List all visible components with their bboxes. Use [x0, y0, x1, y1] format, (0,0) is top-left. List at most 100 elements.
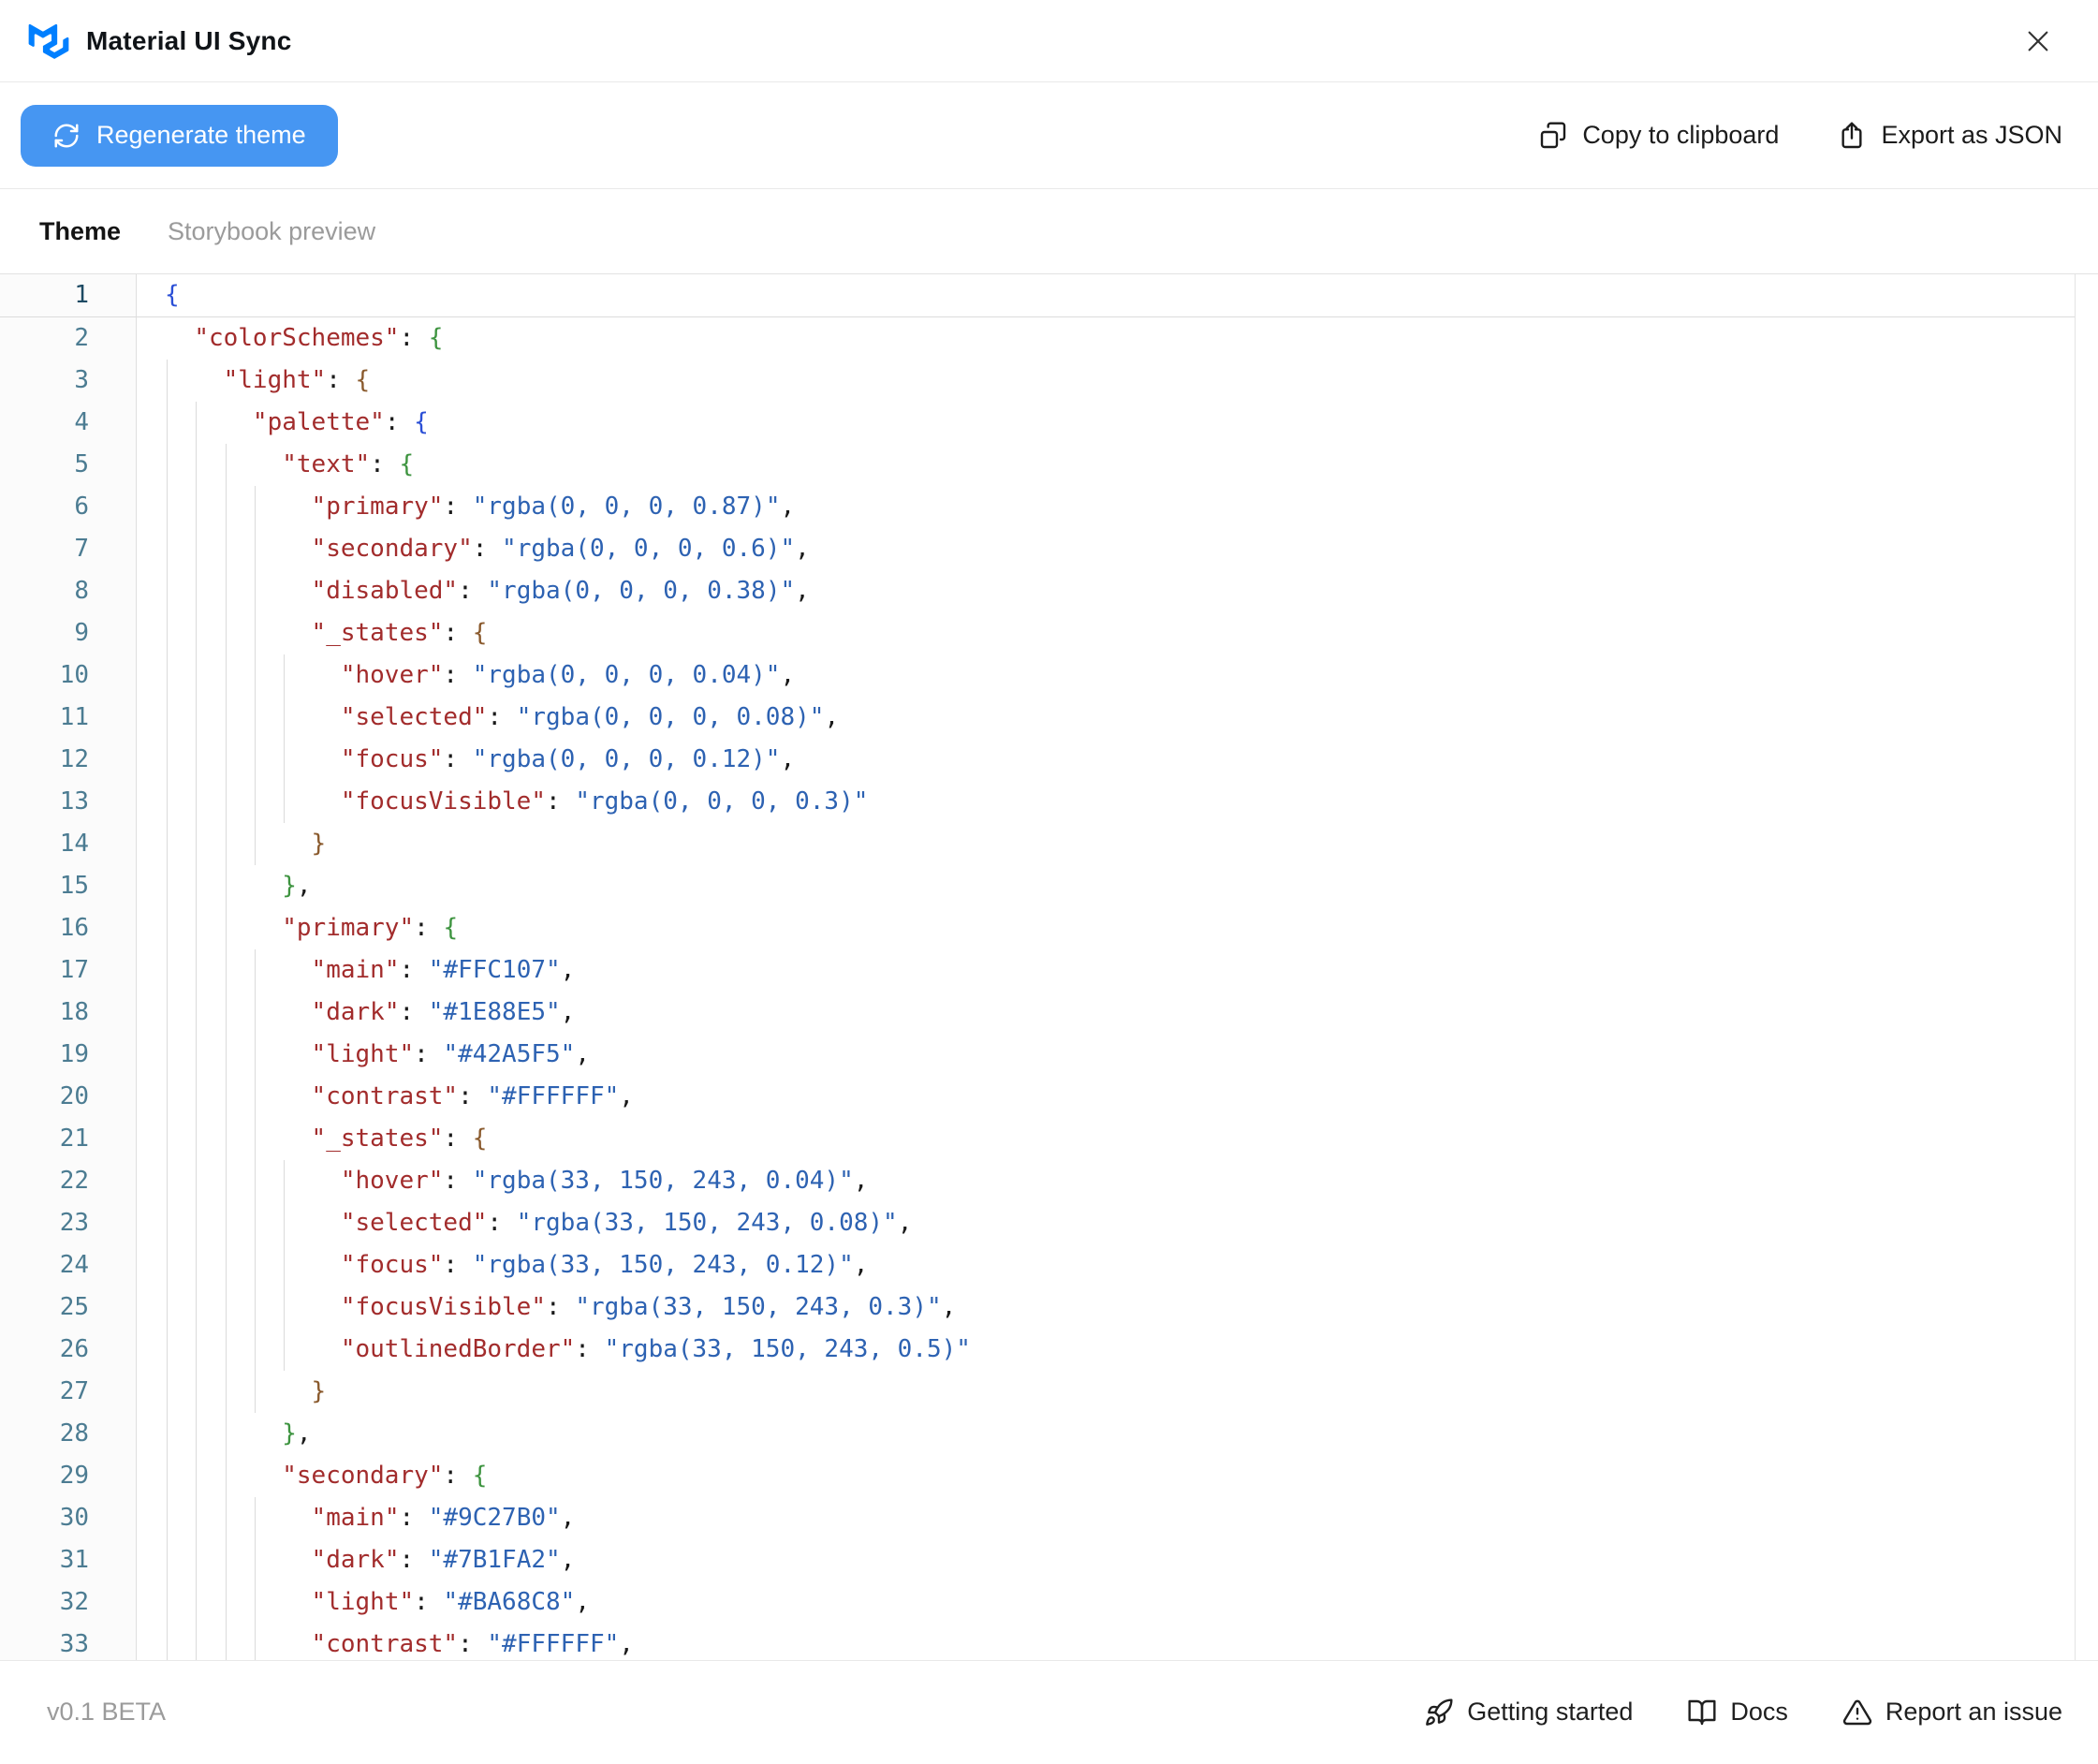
line-number: 4	[0, 402, 137, 444]
indent-guide	[226, 1118, 227, 1160]
line-number: 28	[0, 1413, 137, 1455]
code-line: 23 "selected": "rgba(33, 150, 243, 0.08)…	[0, 1202, 2098, 1244]
indent-guide	[167, 1286, 168, 1329]
code-line-content: "dark": "#7B1FA2",	[137, 1539, 2098, 1581]
indent-guide	[196, 1286, 197, 1329]
code-line-content: },	[137, 865, 2098, 907]
regenerate-theme-button[interactable]: Regenerate theme	[21, 105, 338, 167]
token-b2: {	[473, 1462, 488, 1490]
code-line: 24 "focus": "rgba(33, 150, 243, 0.12)",	[0, 1244, 2098, 1286]
indent-guide	[196, 1034, 197, 1076]
token-key: "hover"	[341, 661, 444, 689]
token-punc: :	[443, 492, 472, 521]
line-number: 23	[0, 1202, 137, 1244]
token-key: "main"	[312, 956, 400, 984]
indent-guide	[255, 1581, 256, 1624]
token-punc: ,	[780, 661, 795, 689]
indent-guide	[284, 781, 285, 823]
token-b3: {	[473, 1125, 488, 1153]
token-str: "#BA68C8"	[443, 1588, 575, 1616]
code-line: 3 "light": {	[0, 360, 2098, 402]
indent-guide	[196, 444, 197, 486]
indent-guide	[196, 1581, 197, 1624]
code-line: 17 "main": "#FFC107",	[0, 949, 2098, 992]
code-line: 29 "secondary": {	[0, 1455, 2098, 1497]
token-b2: }	[282, 872, 297, 900]
token-key: "disabled"	[312, 577, 459, 605]
warning-icon	[1842, 1698, 1872, 1727]
line-number: 7	[0, 528, 137, 570]
token-key: "focusVisible"	[341, 1293, 546, 1321]
indent-guide	[196, 781, 197, 823]
code-line-content: "palette": {	[137, 402, 2098, 444]
export-as-json-button[interactable]: Export as JSON	[1837, 121, 2062, 151]
token-punc: ,	[561, 1546, 576, 1574]
line-number: 21	[0, 1118, 137, 1160]
line-number: 32	[0, 1581, 137, 1624]
tab-theme[interactable]: Theme	[39, 217, 121, 246]
token-key: "primary"	[312, 492, 444, 521]
indent-guide	[196, 949, 197, 992]
indent-guide	[167, 402, 168, 444]
refresh-icon	[52, 122, 81, 150]
token-punc: ,	[824, 703, 839, 731]
indent-guide	[167, 1455, 168, 1497]
indent-guide	[226, 823, 227, 865]
code-line-content: },	[137, 1413, 2098, 1455]
line-number: 11	[0, 697, 137, 739]
getting-started-link[interactable]: Getting started	[1424, 1698, 1633, 1727]
token-key: "selected"	[341, 1209, 488, 1237]
indent-guide	[167, 486, 168, 528]
code-line: 31 "dark": "#7B1FA2",	[0, 1539, 2098, 1581]
close-button[interactable]	[2017, 21, 2059, 62]
indent-guide	[196, 907, 197, 949]
token-punc: ,	[854, 1167, 869, 1195]
token-key: "hover"	[341, 1167, 444, 1195]
plugin-header: Material UI Sync	[0, 0, 2098, 82]
docs-link[interactable]: Docs	[1687, 1698, 1788, 1727]
indent-guide	[167, 570, 168, 612]
token-punc: :	[443, 745, 472, 773]
token-punc: :	[326, 366, 355, 394]
line-number: 9	[0, 612, 137, 654]
indent-guide	[226, 444, 227, 486]
indent-guide	[226, 1497, 227, 1539]
indent-guide	[226, 654, 227, 697]
indent-guide	[167, 823, 168, 865]
code-line-content: "dark": "#1E88E5",	[137, 992, 2098, 1034]
token-punc: :	[414, 914, 443, 942]
indent-guide	[226, 1202, 227, 1244]
report-an-issue-link[interactable]: Report an issue	[1842, 1698, 2062, 1727]
plugin-footer: v0.1 BETA Getting started Docs	[0, 1660, 2098, 1763]
line-number: 16	[0, 907, 137, 949]
token-punc: ,	[795, 577, 810, 605]
indent-guide	[255, 654, 256, 697]
token-punc: ,	[561, 956, 576, 984]
token-str: "rgba(0, 0, 0, 0.12)"	[473, 745, 781, 773]
code-line: 25 "focusVisible": "rgba(33, 150, 243, 0…	[0, 1286, 2098, 1329]
token-punc: :	[443, 1167, 472, 1195]
token-punc: :	[443, 661, 472, 689]
token-punc: :	[399, 1546, 428, 1574]
token-key: "secondary"	[282, 1462, 443, 1490]
tab-storybook-preview[interactable]: Storybook preview	[168, 217, 375, 246]
theme-json-editor[interactable]: 1{2 "colorSchemes": {3 "light": {4 "pale…	[0, 274, 2098, 1660]
indent-guide	[284, 1329, 285, 1371]
indent-guide	[167, 1076, 168, 1118]
indent-guide	[284, 1286, 285, 1329]
code-line: 22 "hover": "rgba(33, 150, 243, 0.04)",	[0, 1160, 2098, 1202]
indent-guide	[196, 1202, 197, 1244]
token-str: "rgba(33, 150, 243, 0.5)"	[605, 1335, 971, 1363]
indent-guide	[255, 570, 256, 612]
code-line: 16 "primary": {	[0, 907, 2098, 949]
token-str: "rgba(0, 0, 0, 0.04)"	[473, 661, 781, 689]
token-punc: :	[458, 577, 487, 605]
line-number: 8	[0, 570, 137, 612]
indent-guide	[226, 1160, 227, 1202]
indent-guide	[255, 1624, 256, 1660]
indent-guide	[196, 1329, 197, 1371]
indent-guide	[196, 654, 197, 697]
scrollbar[interactable]	[2075, 274, 2098, 1660]
indent-guide	[167, 1202, 168, 1244]
copy-to-clipboard-button[interactable]: Copy to clipboard	[1538, 121, 1779, 151]
